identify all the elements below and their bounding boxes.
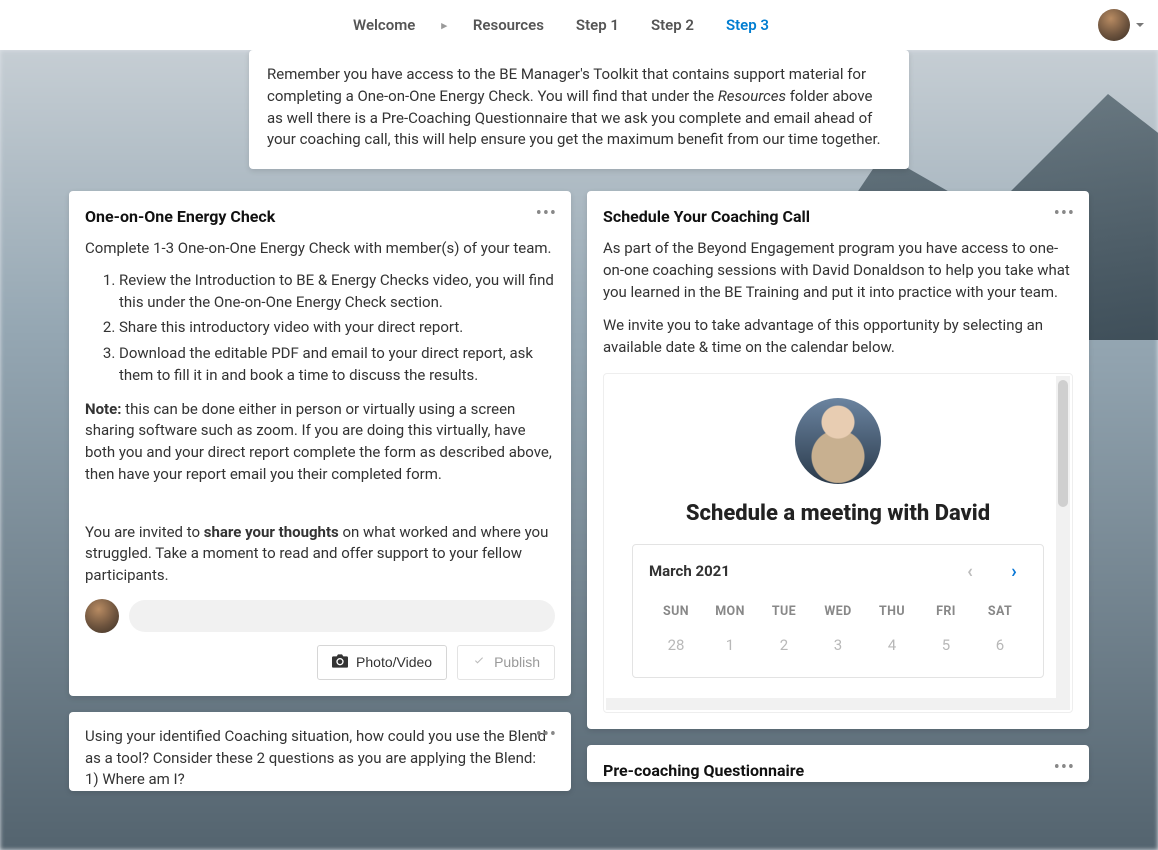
energy-note: Note: this can be done either in person …	[85, 399, 555, 486]
calendar-month: March 2021	[649, 561, 730, 583]
schedule-card: ••• Schedule Your Coaching Call As part …	[587, 191, 1089, 729]
energy-invite: You are invited to share your thoughts o…	[85, 522, 555, 587]
columns: ••• One-on-One Energy Check Complete 1-3…	[69, 191, 1089, 791]
blend-line2: 1) Where am I?	[85, 769, 555, 791]
cal-day[interactable]: 3	[811, 625, 865, 667]
user-avatar[interactable]	[85, 599, 119, 633]
coach-avatar	[795, 398, 881, 484]
calendar-dow-row: SUN MON TUE WED THU FRI SAT	[649, 599, 1027, 625]
composer-actions: Photo/Video Publish	[85, 645, 555, 680]
intro-card: Remember you have access to the BE Manag…	[249, 50, 909, 169]
scheduler-heading: Schedule a meeting with David	[620, 498, 1056, 530]
dow-mon: MON	[703, 599, 757, 625]
energy-steps-list: Review the Introduction to BE & Energy C…	[119, 270, 555, 387]
energy-step-2: Share this introductory video with your …	[119, 317, 555, 339]
energy-subtitle: Complete 1-3 One-on-One Energy Check wit…	[85, 238, 555, 260]
scheduler-hscrollbar[interactable]	[606, 698, 1056, 710]
precoach-title: Pre-coaching Questionnaire	[603, 759, 1073, 782]
calendar-next-button[interactable]: ›	[1001, 559, 1027, 585]
photo-video-button[interactable]: Photo/Video	[317, 645, 447, 680]
cal-day[interactable]: 5	[919, 625, 973, 667]
scheduler-vscroll-thumb[interactable]	[1058, 380, 1068, 507]
cal-day[interactable]: 1	[703, 625, 757, 667]
energy-step-3: Download the editable PDF and email to y…	[119, 343, 555, 387]
right-column: ••• Schedule Your Coaching Call As part …	[587, 191, 1089, 782]
invite-before: You are invited to	[85, 523, 204, 541]
camera-icon	[332, 654, 348, 671]
blend-line1: Using your identified Coaching situation…	[85, 726, 555, 770]
chevron-left-icon: ‹	[967, 559, 973, 585]
cal-day[interactable]: 4	[865, 625, 919, 667]
precoach-card: ••• Pre-coaching Questionnaire	[587, 745, 1089, 782]
intro-resources-word: Resources	[718, 87, 786, 105]
energy-note-text: this can be done either in person or vir…	[85, 400, 552, 483]
publish-label: Publish	[494, 654, 540, 670]
profile-menu[interactable]	[1098, 9, 1130, 41]
photo-video-label: Photo/Video	[356, 654, 432, 670]
nav-step2[interactable]: Step 2	[645, 10, 700, 40]
dow-wed: WED	[811, 599, 865, 625]
composer-input[interactable]	[129, 600, 555, 632]
card-menu-icon[interactable]: •••	[536, 201, 557, 227]
top-nav: Welcome ▸ Resources Step 1 Step 2 Step 3	[0, 0, 1158, 50]
card-menu-icon[interactable]: •••	[1054, 755, 1075, 781]
intro-paragraph: Remember you have access to the BE Manag…	[267, 64, 891, 151]
energy-check-card: ••• One-on-One Energy Check Complete 1-3…	[69, 191, 571, 696]
nav-tabs: Welcome ▸ Resources Step 1 Step 2 Step 3	[347, 10, 775, 40]
cal-day[interactable]: 2	[757, 625, 811, 667]
check-icon	[472, 654, 486, 670]
dow-tue: TUE	[757, 599, 811, 625]
dow-sun: SUN	[649, 599, 703, 625]
card-menu-icon[interactable]: •••	[1054, 201, 1075, 227]
left-column: ••• One-on-One Energy Check Complete 1-3…	[69, 191, 571, 791]
cal-day[interactable]: 28	[649, 625, 703, 667]
energy-note-label: Note:	[85, 400, 121, 418]
publish-button[interactable]: Publish	[457, 645, 555, 680]
schedule-p2: We invite you to take advantage of this …	[603, 315, 1073, 359]
scheduler-vscrollbar[interactable]	[1056, 376, 1070, 710]
chevron-right-icon: ›	[1011, 559, 1016, 585]
nav-step3[interactable]: Step 3	[720, 10, 775, 40]
scheduler-embed: Schedule a meeting with David March 2021…	[603, 373, 1073, 713]
card-menu-icon[interactable]: •••	[536, 722, 557, 748]
schedule-p1: As part of the Beyond Engagement program…	[603, 238, 1073, 303]
calendar-row-1: 28 1 2 3 4 5 6	[649, 625, 1027, 667]
page-content: Remember you have access to the BE Manag…	[69, 50, 1089, 791]
invite-bold: share your thoughts	[204, 523, 339, 541]
dow-fri: FRI	[919, 599, 973, 625]
blend-card: ••• Using your identified Coaching situa…	[69, 712, 571, 791]
calendar-prev-button[interactable]: ‹	[957, 559, 983, 585]
schedule-title: Schedule Your Coaching Call	[603, 205, 1073, 228]
nav-resources[interactable]: Resources	[467, 10, 550, 40]
cal-day[interactable]: 6	[973, 625, 1027, 667]
energy-step-1: Review the Introduction to BE & Energy C…	[119, 270, 555, 314]
dow-thu: THU	[865, 599, 919, 625]
calendar: March 2021 ‹ › SUN	[632, 544, 1044, 678]
nav-welcome[interactable]: Welcome	[347, 10, 421, 40]
energy-title: One-on-One Energy Check	[85, 205, 555, 228]
caret-right-icon: ▸	[441, 19, 447, 32]
composer-row	[85, 599, 555, 633]
nav-step1[interactable]: Step 1	[570, 10, 625, 40]
calendar-header: March 2021 ‹ ›	[649, 559, 1027, 585]
dow-sat: SAT	[973, 599, 1027, 625]
